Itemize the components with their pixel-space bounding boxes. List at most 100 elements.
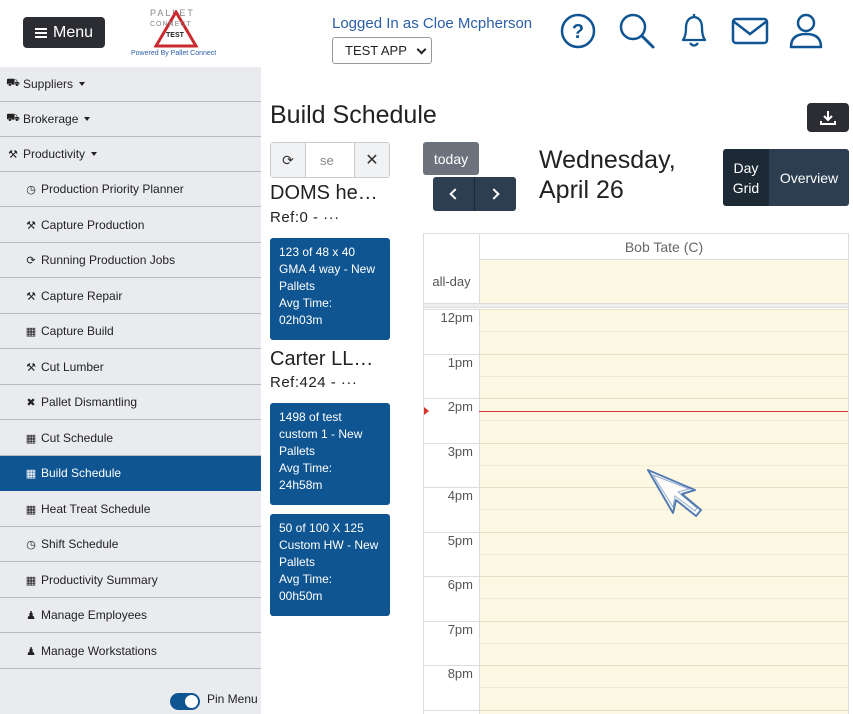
sidebar-item-production-priority-planner[interactable]: ◷ Production Priority Planner	[0, 172, 261, 207]
job-card-line: Pallets	[279, 444, 316, 458]
hour-label: 2pm	[447, 399, 473, 414]
job-card[interactable]: 50 of 100 X 125 Custom HW - New Pallets …	[270, 514, 390, 616]
sidebar-item-label: Pallet Dismantling	[41, 395, 138, 409]
hour-line	[424, 487, 479, 488]
search-icon[interactable]	[616, 10, 656, 50]
hour-line	[424, 353, 479, 355]
job-list-toolbar: ⟳ se ✕	[270, 142, 390, 178]
truck-icon: ⛟	[6, 112, 20, 124]
hamburger-icon	[34, 27, 47, 38]
calendar-icon: ▦	[25, 503, 37, 516]
calendar-date-title: Wednesday, April 26	[539, 145, 676, 205]
sidebar-item-label: Capture Repair	[41, 289, 123, 303]
hour-line	[480, 398, 848, 399]
sidebar-item-running-production-jobs[interactable]: ⟳ Running Production Jobs	[0, 243, 261, 278]
job-group-title[interactable]: DOMS he…	[270, 182, 378, 205]
cursor-arrow-icon	[647, 469, 702, 517]
job-card-line: 50 of 100 X 125	[279, 521, 364, 535]
job-group-title[interactable]: Carter LL…	[270, 348, 373, 371]
help-icon[interactable]: ?	[558, 10, 598, 50]
refresh-button[interactable]: ⟳	[271, 143, 306, 177]
hour-label: 4pm	[447, 488, 473, 503]
mail-icon[interactable]	[730, 10, 770, 50]
view-overview-button[interactable]: Overview	[769, 149, 849, 206]
pin-menu-toggle[interactable]	[170, 693, 200, 710]
calendar-date-day: April 26	[539, 176, 624, 204]
sidebar-item-label: Capture Production	[41, 218, 145, 232]
hour-line	[480, 309, 848, 310]
app-select-value: TEST APP	[345, 43, 407, 58]
tools-icon: ✖	[26, 396, 36, 409]
download-button[interactable]	[807, 103, 849, 132]
view-day-grid-button[interactable]: Day Grid	[723, 149, 769, 206]
sidebar-item-label: Cut Schedule	[41, 431, 114, 445]
job-card[interactable]: 1498 of test custom 1 - New Pallets Avg …	[270, 403, 390, 505]
calendar-grid: Bob Tate (C) all-day 12pm 1pm 2pm 3pm 4pm 5pm…	[423, 233, 849, 714]
hour-line	[424, 531, 479, 533]
job-card-line: GMA 4 way - New	[279, 262, 376, 276]
sidebar-item-capture-repair[interactable]: ⚒ Capture Repair	[0, 279, 261, 314]
half-hour-line	[480, 598, 848, 600]
clear-search-button[interactable]: ✕	[354, 143, 389, 177]
job-card-line: 02h03m	[279, 313, 323, 327]
app-select[interactable]: TEST APP	[332, 37, 432, 64]
job-card-line: 24h58m	[279, 478, 323, 492]
logo-word-mid: CONNECT	[150, 21, 192, 28]
sidebar-item-cut-lumber[interactable]: ⚒ Cut Lumber	[0, 350, 261, 385]
job-card-line: 00h50m	[279, 589, 323, 603]
user-icon[interactable]	[786, 10, 826, 50]
sidebar-item-productivity[interactable]: ⚒ Productivity	[0, 137, 261, 172]
hour-line	[424, 709, 479, 711]
logo: PALLET CONNECT TEST Powered By Pallet Co…	[128, 8, 222, 60]
half-hour-line	[424, 331, 479, 332]
view-day-grid-label: Day	[733, 159, 759, 176]
hour-label: 8pm	[447, 666, 473, 681]
sidebar-item-label: Brokerage	[23, 112, 79, 126]
sidebar-item-manage-employees[interactable]: ♟ Manage Employees	[0, 598, 261, 633]
sidebar-item-brokerage[interactable]: ⛟ Brokerage	[0, 102, 261, 137]
close-icon: ✕	[365, 152, 379, 169]
view-day-grid-label: Grid	[732, 179, 760, 196]
job-card-line: Pallets	[279, 555, 316, 569]
chevron-down-icon	[416, 44, 427, 55]
half-hour-line	[480, 420, 848, 422]
menu-button-label: Menu	[52, 23, 94, 41]
bell-icon[interactable]	[674, 10, 714, 50]
sidebar-item-manage-workstations[interactable]: ♟ Manage Workstations	[0, 634, 261, 669]
hour-label: 5pm	[447, 532, 473, 548]
chevron-left-icon	[449, 188, 461, 200]
resource-header: Bob Tate (C)	[479, 234, 848, 260]
sidebar-item-capture-production[interactable]: ⚒ Capture Production	[0, 208, 261, 243]
sidebar-item-build-schedule[interactable]: ▦ Build Schedule	[0, 456, 261, 491]
prev-day-button[interactable]	[433, 177, 475, 211]
sidebar-item-label: Heat Treat Schedule	[41, 502, 151, 516]
sidebar-item-shift-schedule[interactable]: ◷ Shift Schedule	[0, 527, 261, 562]
table-icon: ▦	[25, 574, 37, 587]
allday-slot[interactable]	[479, 260, 848, 304]
menu-button[interactable]: Menu	[23, 17, 105, 48]
job-card[interactable]: 123 of 48 x 40 GMA 4 way - New Pallets A…	[270, 238, 390, 340]
next-day-button[interactable]	[475, 177, 516, 211]
refresh-icon: ⟳	[282, 151, 294, 168]
truck-icon: ⛟	[6, 77, 20, 89]
job-card-line: Avg Time:	[279, 296, 333, 310]
half-hour-line	[424, 598, 479, 599]
sidebar-item-cut-schedule[interactable]: ▦ Cut Schedule	[0, 421, 261, 456]
job-card-line: 1498 of test	[279, 410, 342, 424]
sidebar-item-productivity-summary[interactable]: ▦ Productivity Summary	[0, 563, 261, 598]
calendar-date-weekday: Wednesday,	[539, 146, 676, 174]
hour-label: 3pm	[447, 443, 473, 459]
allday-label: all-day	[424, 260, 479, 304]
today-button[interactable]: today	[423, 142, 479, 175]
hour-line	[480, 531, 848, 533]
caret-down-icon	[91, 152, 98, 156]
sidebar-item-suppliers[interactable]: ⛟ Suppliers	[0, 67, 261, 102]
caret-down-icon	[84, 117, 91, 121]
sidebar-item-label: Build Schedule	[41, 466, 122, 480]
sidebar-item-heat-treat-schedule[interactable]: ▦ Heat Treat Schedule	[0, 492, 261, 527]
half-hour-line	[424, 509, 479, 510]
sidebar-item-capture-build[interactable]: ▦ Capture Build	[0, 314, 261, 349]
job-search-input[interactable]: se	[306, 143, 354, 177]
sidebar-item-pallet-dismantling[interactable]: ✖ Pallet Dismantling	[0, 385, 261, 420]
hour-line	[424, 576, 479, 577]
